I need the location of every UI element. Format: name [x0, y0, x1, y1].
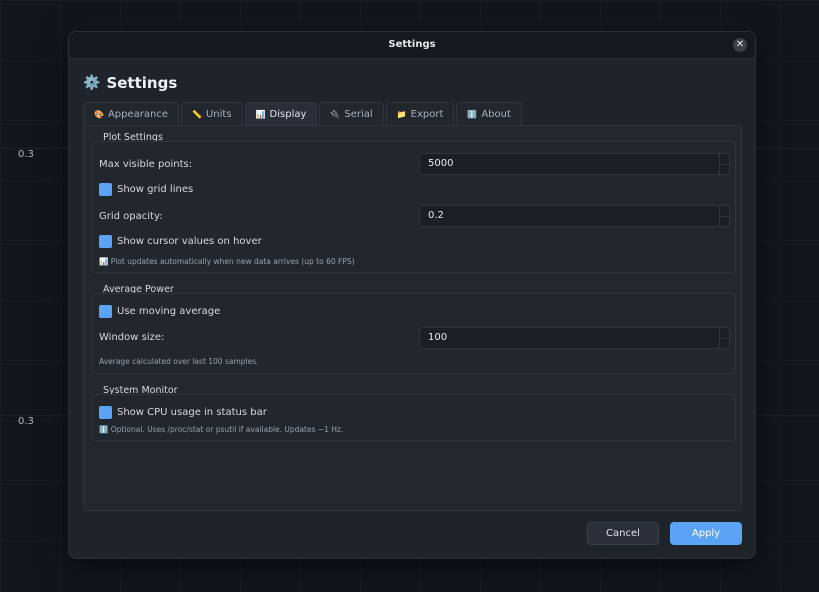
folder-icon: 📁 [396, 109, 407, 119]
grid-opacity-label: Grid opacity: [99, 211, 163, 222]
tab-display[interactable]: 📊 Display [244, 102, 318, 125]
settings-tabs: 🎨 Appearance 📏 Units 📊 Display 🔌 Serial … [83, 102, 522, 125]
cpu-usage-checkbox[interactable]: Show CPU usage in status bar [99, 406, 267, 419]
show-cursor-values-checkbox[interactable]: Show cursor values on hover [99, 235, 262, 248]
spin-arrows[interactable] [719, 154, 729, 174]
window-size-spinbox[interactable]: 100 [419, 327, 730, 349]
cpu-usage-label: Show CPU usage in status bar [117, 407, 267, 418]
grid-opacity-spinbox[interactable]: 0.2 [419, 205, 730, 227]
tab-label: Appearance [107, 108, 169, 120]
system-monitor-note: ℹ️ Optional. Uses /proc/stat or psutil i… [99, 425, 343, 434]
max-points-label: Max visible points: [99, 159, 193, 170]
show-grid-checkbox[interactable]: Show grid lines [99, 183, 193, 196]
max-points-value: 5000 [428, 158, 454, 169]
tab-about[interactable]: ℹ️ About [456, 102, 522, 125]
tab-units[interactable]: 📏 Units [181, 102, 243, 125]
spin-down-arrow[interactable] [720, 165, 729, 175]
ruler-icon: 📏 [192, 109, 202, 119]
spin-down-arrow[interactable] [720, 217, 729, 227]
plug-icon: 🔌 [330, 109, 341, 119]
chart-icon: 📊 [99, 257, 109, 266]
show-grid-label: Show grid lines [117, 184, 194, 195]
spin-up-arrow[interactable] [720, 328, 729, 339]
checkbox-checked-icon[interactable] [99, 305, 112, 318]
checkbox-checked-icon[interactable] [99, 406, 112, 419]
tab-label: Units [205, 108, 232, 120]
spin-down-arrow[interactable] [720, 339, 729, 349]
spin-up-arrow[interactable] [720, 154, 729, 165]
tab-label: Display [269, 108, 307, 120]
tab-label: Export [410, 108, 444, 120]
system-monitor-group: Show CPU usage in status bar ℹ️ Optional… [91, 394, 736, 441]
background-axis-label: 0.3 [18, 416, 34, 427]
average-power-note: Average calculated over last 100 samples… [99, 357, 259, 366]
plot-settings-group: Max visible points: 5000 Show grid lines… [91, 141, 736, 273]
page-title-text: Settings [106, 74, 178, 92]
dialog-titlebar[interactable]: Settings ✕ [69, 32, 755, 59]
moving-average-label: Use moving average [117, 306, 221, 317]
grid-opacity-value: 0.2 [428, 210, 444, 221]
background-axis-label: 0.3 [18, 149, 34, 160]
chart-icon: 📊 [255, 109, 266, 119]
system-monitor-note-text: Optional. Uses /proc/stat or psutil if a… [110, 425, 344, 434]
window-size-label: Window size: [99, 332, 165, 343]
palette-icon: 🎨 [94, 109, 104, 119]
plot-settings-note-text: Plot updates automatically when new data… [110, 257, 355, 266]
tab-export[interactable]: 📁 Export [385, 102, 455, 125]
moving-average-checkbox[interactable]: Use moving average [99, 305, 220, 318]
close-icon[interactable]: ✕ [733, 38, 747, 52]
max-points-spinbox[interactable]: 5000 [419, 153, 730, 175]
info-icon: ℹ️ [99, 425, 109, 434]
dialog-window-title: Settings [388, 39, 436, 50]
window-size-value: 100 [428, 332, 448, 343]
spin-arrows[interactable] [719, 328, 729, 348]
tab-serial[interactable]: 🔌 Serial [319, 102, 384, 125]
cancel-button[interactable]: Cancel [587, 522, 659, 545]
info-icon: ℹ️ [467, 109, 478, 119]
spin-up-arrow[interactable] [720, 206, 729, 217]
tab-label: Serial [344, 108, 373, 120]
show-cursor-values-label: Show cursor values on hover [117, 236, 262, 247]
tab-label: About [481, 108, 511, 120]
plot-settings-note: 📊 Plot updates automatically when new da… [99, 257, 355, 266]
average-power-group: Use moving average Window size: 100 Aver… [91, 293, 736, 374]
checkbox-checked-icon[interactable] [99, 183, 112, 196]
apply-button[interactable]: Apply [670, 522, 742, 545]
tab-appearance[interactable]: 🎨 Appearance [83, 102, 180, 125]
display-tab-panel: Plot Settings Max visible points: 5000 S… [83, 125, 742, 511]
gear-icon: ⚙️ [83, 75, 101, 91]
settings-dialog: Settings ✕ ⚙️ Settings 🎨 Appearance 📏 Un… [68, 31, 756, 559]
checkbox-checked-icon[interactable] [99, 235, 112, 248]
spin-arrows[interactable] [719, 206, 729, 226]
page-title: ⚙️ Settings [83, 74, 177, 92]
